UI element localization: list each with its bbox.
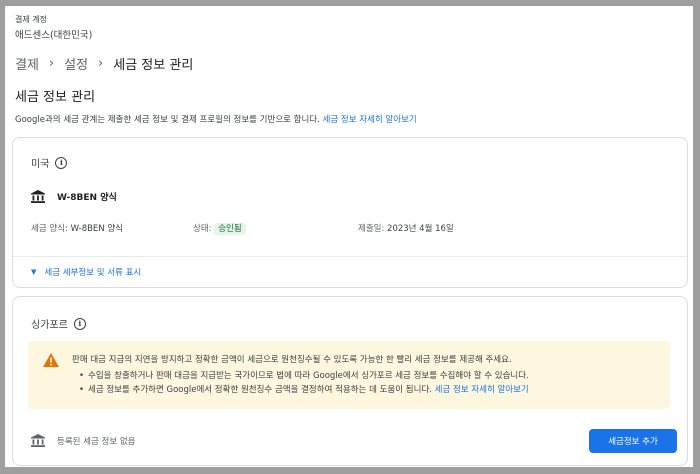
warning-message: 판매 대금 지급의 지연을 방지하고 정확한 금액이 세금으로 원천징수될 수 … (72, 355, 512, 365)
status-badge: 승인됨 (214, 223, 246, 235)
breadcrumb-settings[interactable]: 설정 (64, 54, 88, 73)
country-heading-sg: 싱가포르 i (31, 316, 86, 331)
account-name: 애드센스(대한민국) (15, 30, 93, 41)
tax-form-label: 세금 양식: (31, 224, 68, 234)
breadcrumb-payments[interactable]: 결제 (15, 54, 39, 73)
show-tax-details-label: 세금 세부정보 및 서류 표시 (44, 268, 142, 278)
info-icon[interactable]: i (73, 317, 86, 330)
submitted-meta: 제출일: 2023년 4월 16일 (358, 222, 454, 234)
tax-form-meta: 세금 양식: W-8BEN 양식 (31, 222, 123, 234)
status-label: 상태: (193, 224, 212, 234)
tax-form-value: W-8BEN 양식 (70, 224, 124, 234)
intro-text: Google과의 세금 관계는 제출한 세금 정보 및 결제 프로필의 정보를 … (15, 113, 417, 125)
warning-bullet-text: 세금 정보를 추가하면 Google에서 정확한 원천징수 금액을 결정하여 적… (88, 385, 432, 395)
no-tax-info-row: 등록된 세금 정보 없음 (31, 434, 136, 447)
country-heading-us: 미국 i (31, 155, 68, 170)
status-meta: 상태: 승인됨 (193, 222, 246, 235)
warning-bullets: 수입을 창출하거나 판매 대금을 지급받는 국가이므로 법에 따라 Google… (79, 369, 529, 397)
tax-settings-page: 결제 계정 애드센스(대한민국) 결제 › 설정 › 세금 정보 관리 세금 정… (5, 6, 693, 467)
account-label: 결제 계정 (15, 15, 47, 24)
divider (13, 256, 687, 257)
country-name-sg: 싱가포르 (31, 320, 68, 331)
sg-tax-card: 싱가포르 i 판매 대금 지급의 지연을 방지하고 정확한 금액이 세금으로 원… (12, 296, 688, 466)
bank-icon (31, 190, 45, 203)
caret-down-icon: ▼ (31, 268, 37, 276)
submitted-label: 제출일: (358, 224, 385, 234)
info-icon[interactable]: i (55, 156, 68, 169)
learn-more-link[interactable]: 세금 정보 자세히 알아보기 (323, 115, 417, 125)
warning-bullet: 세금 정보를 추가하면 Google에서 정확한 원천징수 금액을 결정하여 적… (79, 383, 529, 397)
add-tax-info-button[interactable]: 세금정보 추가 (589, 429, 677, 453)
bank-icon (31, 434, 45, 447)
warning-icon (43, 353, 59, 367)
chevron-right-icon: › (48, 56, 55, 71)
us-tax-card: 미국 i W-8BEN 양식 세금 양식: W-8BEN 양식 상태: 승인됨 … (12, 137, 688, 288)
show-tax-details-toggle[interactable]: ▼ 세금 세부정보 및 서류 표시 (31, 266, 141, 278)
submitted-value: 2023년 4월 16일 (387, 224, 454, 234)
chevron-right-icon: › (98, 56, 104, 71)
warning-bullet: 수입을 창출하거나 판매 대금을 지급받는 국가이므로 법에 따라 Google… (79, 369, 529, 383)
tax-form-name: W-8BEN 양식 (57, 193, 117, 203)
learn-more-link[interactable]: 세금 정보 자세히 알아보기 (435, 385, 529, 395)
warning-banner: 판매 대금 지급의 지연을 방지하고 정확한 금액이 세금으로 원천징수될 수 … (28, 341, 670, 409)
no-tax-info-text: 등록된 세금 정보 없음 (57, 436, 136, 447)
breadcrumb: 결제 › 설정 › 세금 정보 관리 (15, 54, 193, 73)
breadcrumb-current: 세금 정보 관리 (113, 58, 194, 73)
intro-description: Google과의 세금 관계는 제출한 세금 정보 및 결제 프로필의 정보를 … (15, 115, 320, 125)
page-title: 세금 정보 관리 (15, 90, 96, 105)
tax-form-row: W-8BEN 양식 (31, 190, 117, 203)
country-name-us: 미국 (31, 159, 50, 170)
